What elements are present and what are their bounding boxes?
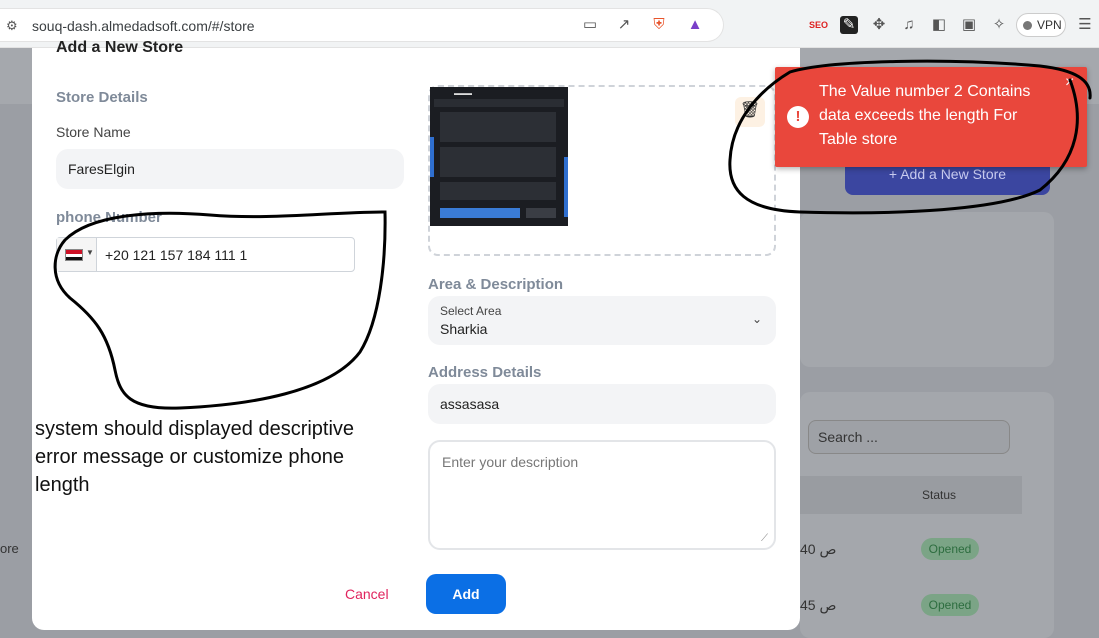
caret-down-icon: ▼ <box>86 248 94 257</box>
phone-input[interactable]: ▼ +20 121 157 184 111 1 <box>56 237 355 272</box>
vpn-status-icon <box>1023 21 1032 30</box>
extensions-icon[interactable]: ✥ <box>870 16 888 34</box>
store-image-thumbnail: ▬▬▬ <box>430 87 568 226</box>
egypt-flag-icon <box>65 249 83 261</box>
description-placeholder: Enter your description <box>442 454 579 470</box>
bg-row-text: ore <box>0 541 19 556</box>
error-toast: ! The Value number 2 Contains data excee… <box>775 67 1087 167</box>
select-area-label: Select Area <box>440 304 502 318</box>
share-icon[interactable]: ↗ <box>615 16 633 34</box>
annotation-note: system should displayed descriptive erro… <box>35 418 355 496</box>
modal-title: Add a New Store <box>56 39 184 56</box>
resize-handle-icon[interactable]: ⟋ <box>761 533 768 544</box>
toast-message: The Value number 2 Contains data exceeds… <box>819 83 1031 148</box>
country-selector[interactable]: ▼ <box>57 238 97 271</box>
area-description-heading: Area & Description <box>428 276 564 293</box>
brave-shield-icon[interactable]: ⛨ <box>650 16 668 34</box>
leo-ai-icon[interactable]: ✧ <box>990 16 1008 34</box>
vpn-button[interactable]: VPN <box>1016 13 1066 37</box>
bg-table-header <box>800 476 1022 514</box>
pen-extension-icon[interactable]: ✎ <box>840 16 858 34</box>
chevron-down-icon: ⌄ <box>751 312 762 326</box>
delete-image-button[interactable]: 🗑 <box>735 97 765 127</box>
music-icon[interactable]: ♫ <box>900 16 918 34</box>
bg-status-badge: Opened <box>921 538 979 560</box>
phone-value: +20 121 157 184 111 1 <box>105 247 248 263</box>
address-details-heading: Address Details <box>428 364 542 381</box>
bg-status-header: Status <box>922 488 957 502</box>
add-button[interactable]: Add <box>426 574 506 614</box>
sidebar-icon[interactable]: ◧ <box>930 16 948 34</box>
select-area-value: Sharkia <box>440 321 488 337</box>
cast-icon[interactable]: ▭ <box>581 16 599 34</box>
bg-row-value: ص 45 <box>800 597 837 613</box>
error-icon: ! <box>787 106 809 128</box>
address-input[interactable]: assasasa <box>428 384 776 424</box>
site-settings-icon[interactable]: ⚙ <box>6 18 18 34</box>
cancel-button[interactable]: Cancel <box>345 586 389 602</box>
store-details-heading: Store Details <box>56 89 148 106</box>
phone-number-label: phone Number <box>56 209 162 226</box>
seo-extension-icon[interactable]: SEO <box>809 16 828 34</box>
bg-status-badge: Opened <box>921 594 979 616</box>
brave-rewards-icon[interactable]: ▲ <box>686 16 704 34</box>
area-select[interactable]: Select Area Sharkia ⌄ <box>428 296 776 345</box>
close-icon[interactable]: × <box>1065 74 1074 92</box>
description-textarea[interactable]: Enter your description ⟋ <box>428 440 776 550</box>
vpn-label: VPN <box>1037 18 1062 32</box>
store-name-label: Store Name <box>56 124 131 140</box>
store-name-input[interactable]: FaresElgin <box>56 149 404 189</box>
menu-icon[interactable]: ☰ <box>1076 16 1094 34</box>
thumbnail-title: ▬▬▬ <box>454 91 472 97</box>
wallet-icon[interactable]: ▣ <box>960 16 978 34</box>
bg-search-input: Search ... <box>808 420 1010 454</box>
bg-row-value: ص 40 <box>800 541 837 557</box>
trash-icon: 🗑 <box>739 102 761 119</box>
bg-summary-card <box>800 212 1054 367</box>
url-text: souq-dash.almedadsoft.com/#/store <box>32 18 255 34</box>
